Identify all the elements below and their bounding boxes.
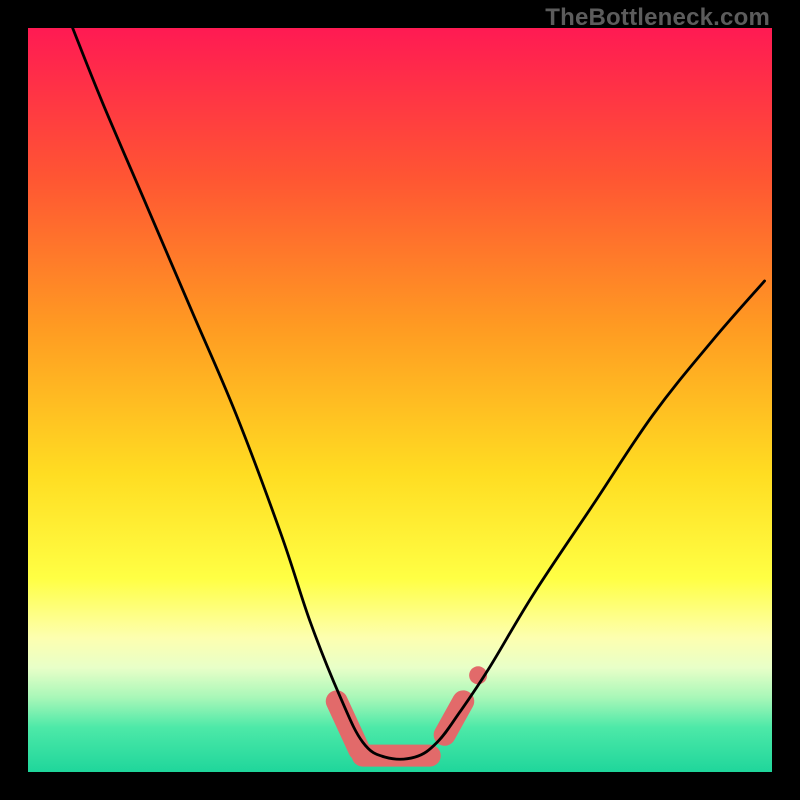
chart-svg [28, 28, 772, 772]
watermark-label: TheBottleneck.com [545, 4, 770, 32]
plot-area [28, 28, 772, 772]
chart-frame: TheBottleneck.com [0, 0, 800, 800]
gradient-background [28, 28, 772, 772]
